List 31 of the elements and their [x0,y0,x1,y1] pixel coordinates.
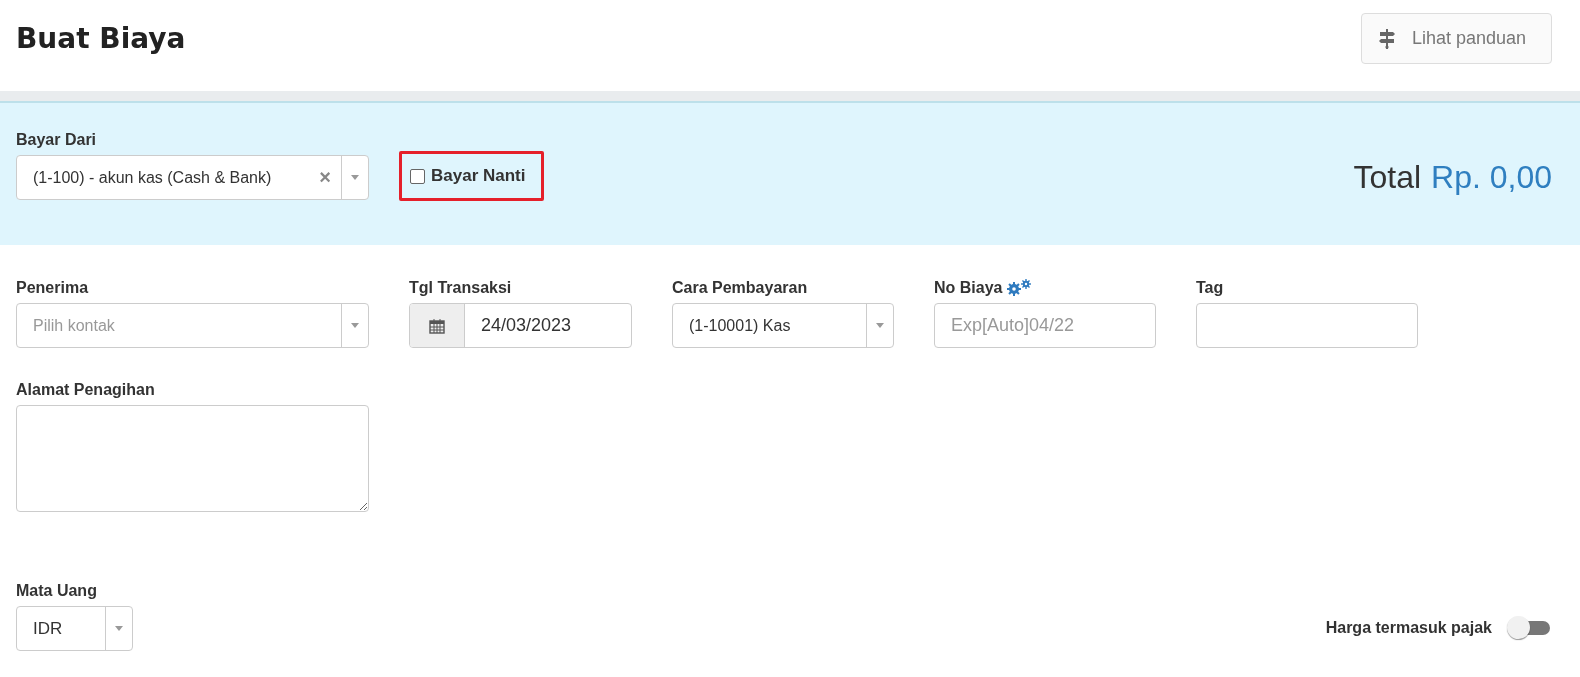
clear-icon[interactable]: × [319,166,331,189]
input-field[interactable]: Exp[Auto]04/22 [934,303,1156,348]
toggle-label: Harga termasuk pajak [1325,619,1492,637]
field-label: Tgl Transaksi [409,278,512,297]
signpost-icon [1378,28,1396,49]
caret-icon [351,175,359,180]
calendar-icon [429,317,445,334]
page-title: Buat Biaya [16,22,186,55]
date-field[interactable]: 24/03/2023 [409,303,632,348]
checkbox-label: Bayar Nanti [431,166,526,186]
field-label: Cara Pembayaran [672,278,808,297]
field-label: Mata Uang [16,580,98,601]
gears-icon[interactable] [1006,278,1033,297]
field-label: No Biaya [934,278,1003,297]
checkbox[interactable] [410,168,425,184]
total-amount: Rp. 0,00 [1431,159,1552,196]
select-field[interactable]: (1-10001) Kas [672,303,894,348]
caret-icon [876,323,884,328]
field-label: Bayar Dari [16,129,98,150]
select-field[interactable]: IDR [16,606,133,651]
guide-button[interactable]: Lihat panduan [1361,13,1552,64]
field-label: Tag [1196,278,1224,297]
total-label: Total [1353,159,1422,196]
field-label: Penerima [16,278,89,297]
pay-later-checkbox[interactable]: Bayar Nanti [410,166,526,186]
caret-icon [115,626,123,631]
caret-icon [351,323,359,328]
toggle-switch[interactable] [1506,615,1552,641]
field-label: Alamat Penagihan [16,379,156,400]
input-field[interactable] [1196,303,1418,348]
select-field[interactable]: (1-100) - akun kas (Cash & Bank) × [16,155,369,200]
